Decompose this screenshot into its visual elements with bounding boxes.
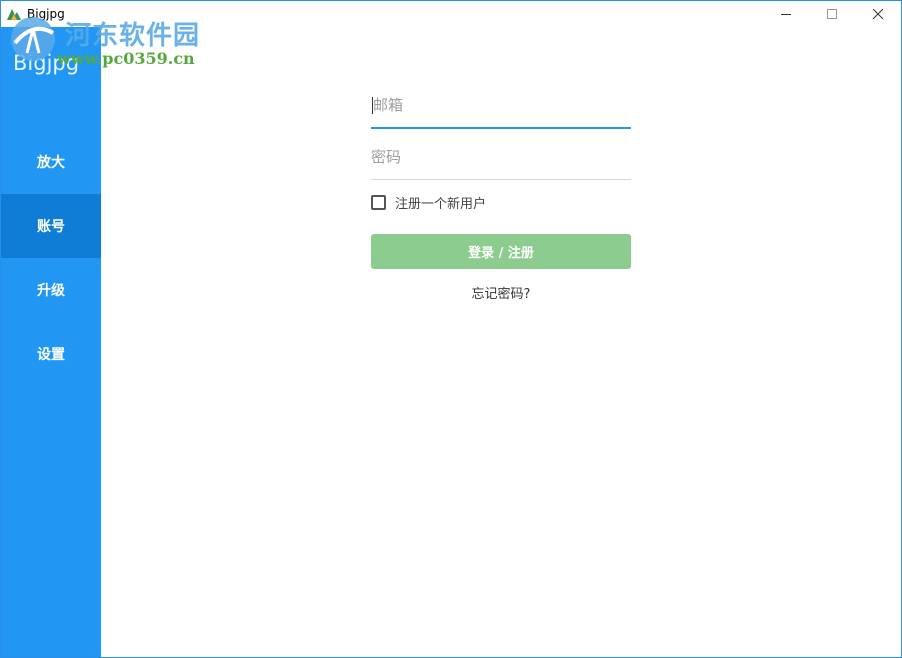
close-icon [873, 9, 883, 19]
sidebar-item-label: 账号 [37, 219, 65, 235]
login-register-button[interactable]: 登录 / 注册 [371, 234, 631, 269]
sidebar-item-account[interactable]: 账号 [1, 194, 101, 258]
sidebar-item-enlarge[interactable]: 放大 [1, 130, 101, 194]
text-caret [372, 97, 373, 114]
register-checkbox[interactable] [371, 194, 386, 210]
sidebar-item-upgrade[interactable]: 升级 [1, 258, 101, 322]
title-bar[interactable]: Bigjpg [1, 1, 901, 27]
minimize-icon [781, 14, 791, 15]
password-field-container [371, 137, 631, 180]
app-window: Bigjpg Bigjpg 放大 账号 升级 设置 邮箱 注册一个新用户 登录 … [0, 0, 902, 658]
email-field-container [371, 85, 631, 129]
window-title: Bigjpg [27, 7, 65, 21]
minimize-button[interactable] [763, 1, 809, 27]
sidebar-item-label: 放大 [37, 155, 65, 171]
sidebar-brand: Bigjpg [13, 51, 80, 75]
sidebar-item-label: 设置 [37, 347, 65, 363]
forgot-password-link[interactable]: 忘记密码? [371, 283, 631, 302]
email-field[interactable] [371, 85, 631, 125]
register-checkbox-label: 注册一个新用户 [395, 196, 487, 212]
register-checkbox-row[interactable]: 注册一个新用户 [371, 192, 486, 212]
sidebar-item-label: 升级 [37, 283, 65, 299]
password-field[interactable] [371, 137, 631, 177]
maximize-icon [827, 9, 837, 19]
maximize-button[interactable] [809, 1, 855, 27]
sidebar-item-settings[interactable]: 设置 [1, 322, 101, 386]
close-button[interactable] [855, 1, 901, 27]
sidebar: Bigjpg 放大 账号 升级 设置 [1, 27, 101, 657]
app-logo-icon [6, 6, 22, 22]
